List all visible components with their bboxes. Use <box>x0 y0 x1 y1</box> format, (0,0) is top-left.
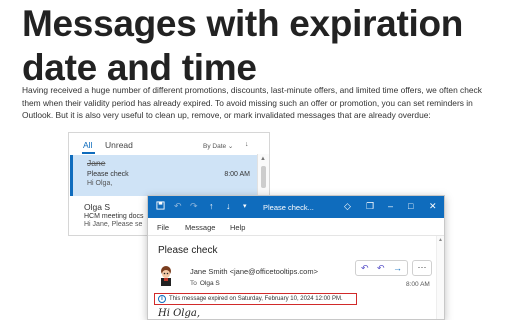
message-window: ↶ ↷ ↑ ↓ ▾ Please check... ◇ ❐ – □ ✕ File… <box>147 195 445 320</box>
more-icon[interactable]: ··· <box>412 260 432 276</box>
message-body: Hi Olga, <box>158 308 201 319</box>
sort-label: By Date <box>203 143 227 150</box>
forward-icon[interactable]: → <box>393 263 402 273</box>
message-preview: Hi Jane, Please se <box>84 221 143 228</box>
close-icon[interactable]: ✕ <box>429 201 437 212</box>
undo-icon[interactable]: ↶ <box>174 201 182 212</box>
article-intro: Having received a huge number of differe… <box>22 85 482 120</box>
avatar <box>158 266 174 286</box>
message-scrollbar[interactable]: ▲ <box>436 236 444 319</box>
recipient-line: To Olga S <box>190 280 220 287</box>
down-arrow-icon[interactable]: ↓ <box>226 201 231 211</box>
title-bar: ↶ ↷ ↑ ↓ ▾ Please check... ◇ ❐ – □ ✕ <box>148 196 444 218</box>
message-sender: Olga S <box>84 202 110 212</box>
active-tab-indicator <box>82 152 95 154</box>
recipient-name[interactable]: Olga S <box>200 280 220 287</box>
article-title: Messages with expiration date and time <box>22 3 464 88</box>
message-subject: Please check <box>87 171 129 178</box>
arrow-down-icon[interactable]: ↓ <box>245 141 249 148</box>
maximize-icon[interactable]: □ <box>408 201 413 211</box>
list-item[interactable]: Jane Please check 8:00 AM Hi Olga, <box>70 155 258 196</box>
message-preview: Hi Olga, <box>87 180 113 187</box>
reply-all-icon[interactable]: ↶ <box>377 263 385 274</box>
reply-actions: ↶ ↶ → <box>355 260 408 276</box>
reply-icon[interactable]: ↶ <box>361 263 369 274</box>
sort-dropdown[interactable]: By Date ⌄ <box>203 142 233 150</box>
info-icon: i <box>158 295 166 303</box>
scroll-up-icon[interactable]: ▲ <box>438 237 443 243</box>
save-icon[interactable] <box>156 201 165 212</box>
minimize-icon[interactable]: – <box>388 201 393 211</box>
tab-message[interactable]: Message <box>185 223 215 232</box>
gem-icon[interactable]: ◇ <box>344 201 351 212</box>
scroll-thumb[interactable] <box>261 166 266 188</box>
scroll-up-icon[interactable]: ▲ <box>260 156 266 162</box>
tab-unread[interactable]: Unread <box>105 140 133 150</box>
ribbon-tabs: File Message Help <box>148 218 444 236</box>
up-arrow-icon[interactable]: ↑ <box>209 201 214 211</box>
message-sender: Jane <box>87 158 106 168</box>
expiration-text: This message expired on Saturday, Februa… <box>169 296 343 302</box>
tab-all[interactable]: All <box>83 140 92 150</box>
expiration-notice: i This message expired on Saturday, Febr… <box>154 293 357 305</box>
message-time: 8:00 AM <box>224 171 250 178</box>
tab-help[interactable]: Help <box>230 223 245 232</box>
sender-address[interactable]: Jane Smith <jane@officetooltips.com> <box>190 267 318 276</box>
to-label: To <box>190 280 197 287</box>
customize-icon[interactable]: ▾ <box>243 202 247 210</box>
message-time: 8:00 AM <box>406 281 430 288</box>
restore-icon[interactable]: ❐ <box>366 201 374 212</box>
redo-icon[interactable]: ↷ <box>190 201 198 212</box>
message-subject-heading: Please check <box>158 245 218 256</box>
tab-file[interactable]: File <box>157 223 169 232</box>
inbox-tabs: All Unread By Date ⌄ ↓ <box>69 133 259 155</box>
window-title: Please check... <box>263 203 314 212</box>
